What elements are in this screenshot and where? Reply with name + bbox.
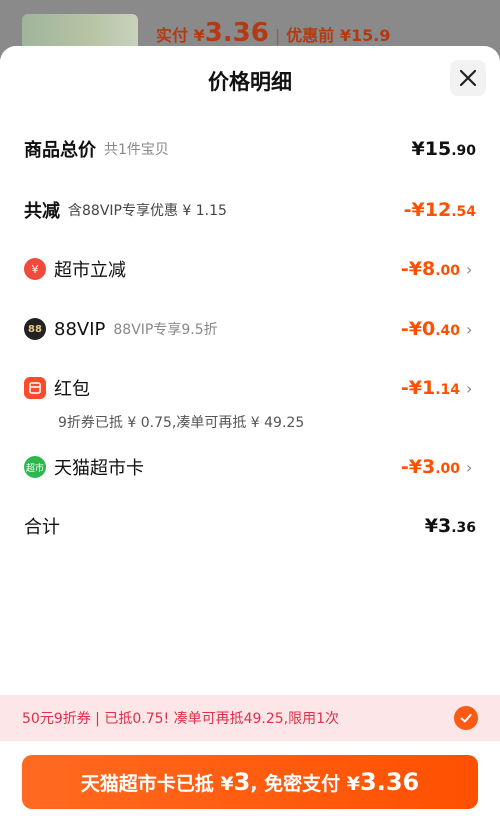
chevron-right-icon: ›	[466, 378, 473, 398]
total-amount: ¥15.90	[411, 138, 477, 160]
close-button[interactable]	[450, 60, 486, 96]
yen-icon: ¥	[24, 258, 46, 280]
row-tmall-card[interactable]: 超市 天猫超市卡 -¥3.00 ›	[24, 452, 476, 482]
chevron-right-icon: ›	[466, 457, 473, 477]
sheet-title: 价格明细	[208, 70, 292, 94]
red-packet-icon	[24, 377, 46, 399]
price-detail-sheet: 价格明细 商品总价 共1件宝贝 ¥15.90 共减 含88VIP专享优惠 ¥ 1…	[0, 46, 500, 823]
redpacket-label: 红包	[54, 379, 90, 400]
reduction-amount: -¥12.54	[403, 199, 476, 221]
vip-amount: -¥0.40	[400, 318, 460, 340]
background-price: 实付 ¥3.36 | 优惠前 ¥15.9	[156, 18, 390, 48]
row-reduction: 共减 含88VIP专享优惠 ¥ 1.15 -¥12.54	[24, 195, 476, 225]
chevron-right-icon: ›	[466, 319, 473, 339]
reduction-label: 共减	[24, 201, 60, 222]
card-amount-text: 3	[233, 768, 251, 796]
price-prefix: 实付 ¥	[156, 26, 205, 45]
sum-label: 合计	[24, 517, 60, 538]
price-value: 3.36	[204, 18, 269, 48]
reduction-sub: 含88VIP专享优惠 ¥ 1.15	[68, 203, 227, 219]
pay-middle: , 免密支付 ¥	[250, 772, 360, 795]
redpacket-note: 9折券已抵 ¥ 0.75,凑单可再抵 ¥ 49.25	[58, 415, 305, 431]
row-88vip[interactable]: 88 88VIP 88VIP专享9.5折 -¥0.40 ›	[24, 314, 476, 344]
redpacket-amount: -¥1.14	[400, 377, 460, 399]
before-discount: 优惠前 ¥15.9	[286, 26, 391, 45]
check-icon[interactable]	[454, 706, 478, 730]
pay-button[interactable]: 天猫超市卡已抵 ¥3, 免密支付 ¥3.36	[22, 755, 478, 809]
card-amount: -¥3.00	[400, 456, 460, 478]
row-sum: 合计 ¥3.36	[24, 511, 476, 541]
close-icon	[459, 69, 477, 87]
row-market-discount[interactable]: ¥ 超市立减 -¥8.00 ›	[24, 254, 476, 284]
88vip-icon: 88	[24, 318, 46, 340]
pay-prefix: 天猫超市卡已抵 ¥	[80, 772, 234, 795]
vip-label: 88VIP	[54, 318, 106, 340]
pay-amount: 3.36	[360, 768, 420, 796]
coupon-bar[interactable]: 50元9折券 | 已抵0.75! 凑单可再抵49.25,限用1次	[0, 695, 500, 741]
chevron-right-icon: ›	[466, 259, 473, 279]
total-label: 商品总价	[24, 140, 96, 161]
sum-amount: ¥3.36	[424, 515, 476, 537]
row-red-packet[interactable]: 红包 -¥1.14 ›	[24, 373, 476, 403]
row-total: 商品总价 共1件宝贝 ¥15.90	[24, 134, 476, 164]
market-label: 超市立减	[54, 260, 126, 281]
separator: |	[274, 26, 281, 45]
coupon-text: 50元9折券 | 已抵0.75! 凑单可再抵49.25,限用1次	[22, 711, 340, 727]
tmall-market-card-icon: 超市	[24, 456, 46, 478]
vip-sub: 88VIP专享9.5折	[113, 322, 218, 338]
card-label: 天猫超市卡	[54, 458, 144, 479]
total-sub: 共1件宝贝	[104, 142, 169, 158]
market-amount: -¥8.00	[400, 258, 460, 280]
